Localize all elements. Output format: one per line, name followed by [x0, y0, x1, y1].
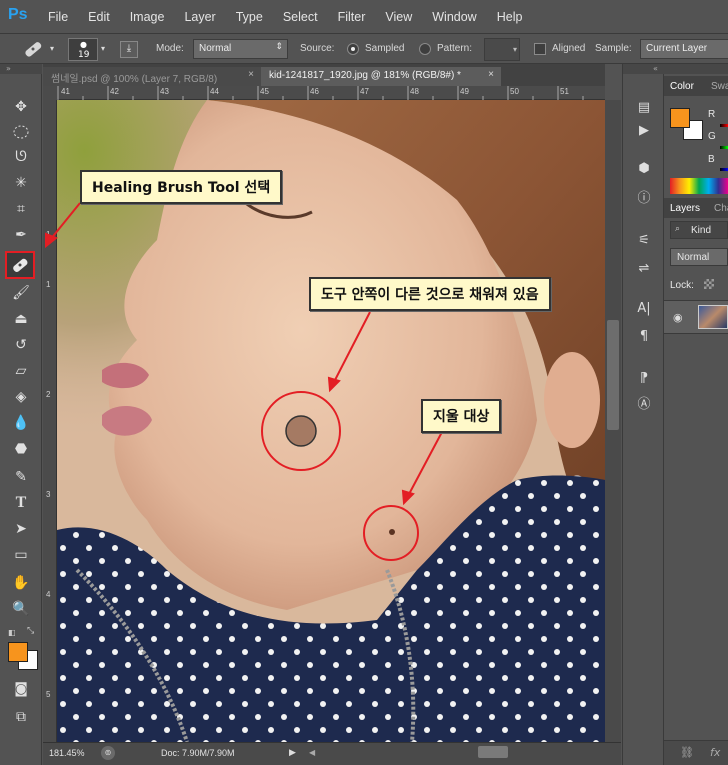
paragraph-styles-icon[interactable]: ⁋	[635, 370, 653, 388]
lock-transparency-icon[interactable]	[704, 279, 714, 289]
cursor-highlight-circle	[261, 391, 341, 471]
lock-label: Lock:	[670, 280, 694, 291]
channel-g-label: G	[708, 131, 716, 142]
channel-b-slider[interactable]	[720, 168, 728, 171]
status-menu-arrow-icon[interactable]: ▶	[289, 748, 296, 758]
tab-color[interactable]: Color	[670, 81, 694, 92]
panel-header	[664, 64, 728, 74]
layer-filter-kind[interactable]: ⌕ Kind	[670, 221, 728, 239]
paragraph-icon[interactable]: ¶	[635, 328, 653, 346]
panel-foreground-swatch[interactable]	[670, 108, 690, 128]
actions-play-icon[interactable]: ▶	[635, 122, 653, 140]
eye-visibility-icon[interactable]: ◉	[673, 311, 683, 324]
callout-inside-filled: 도구 안쪽이 다른 것으로 채워져 있음	[309, 277, 551, 311]
callout-target: 지울 대상	[421, 399, 502, 433]
doc-size: Doc: 7.90M/7.90M	[161, 748, 235, 758]
channel-b-label: B	[708, 154, 715, 165]
zoom-level[interactable]: 181.45%	[49, 748, 85, 758]
callout-healing-brush: Healing Brush Tool 선택	[80, 170, 283, 204]
layer-row-background[interactable]: ◉	[664, 300, 728, 334]
channel-g-slider[interactable]	[720, 146, 728, 149]
inside-callout-arrow	[333, 311, 371, 383]
channel-r-slider[interactable]	[720, 124, 728, 127]
blend-mode-dropdown[interactable]: Normal	[670, 248, 728, 266]
tab-swatches[interactable]: Swa	[711, 81, 728, 92]
strip-collapse-icon[interactable]: «	[623, 64, 665, 74]
clone-source-icon[interactable]: ⇌	[635, 260, 653, 278]
target-callout-arrow	[407, 431, 443, 497]
3d-icon[interactable]: ⬢	[635, 160, 653, 178]
channel-r-label: R	[708, 109, 716, 120]
character-icon[interactable]: A|	[635, 300, 653, 318]
share-icon[interactable]: ⊚	[101, 746, 115, 760]
target-callout-arrow-head	[401, 489, 415, 506]
tab-layers[interactable]: Layers	[670, 203, 700, 214]
color-layers-panel: Color Swa R G B Layers Cha ⌕ Kind Normal…	[664, 64, 728, 765]
status-bar: 181.45% ⊚ Doc: 7.90M/7.90M ▶ ◀	[43, 742, 621, 765]
tool-callout-arrow	[49, 202, 81, 241]
color-spectrum-bar[interactable]	[670, 178, 728, 194]
layers-tabs-row: Layers Cha	[664, 198, 728, 218]
inside-callout-arrow-head	[327, 376, 341, 393]
color-tabs-row: Color Swa	[664, 76, 728, 96]
fx-icon[interactable]: fx	[710, 746, 720, 759]
info-icon[interactable]: ⓘ	[635, 190, 653, 208]
character-styles-icon[interactable]: Ⓐ	[635, 396, 653, 414]
search-icon: ⌕	[675, 224, 681, 234]
layers-footer: ⛓ fx	[664, 740, 728, 765]
vertical-scroll-thumb[interactable]	[607, 320, 619, 430]
history-icon[interactable]: ▤	[635, 99, 653, 117]
horizontal-scroll-thumb[interactable]	[478, 746, 508, 758]
scroll-left-icon[interactable]: ◀	[309, 748, 315, 757]
kind-label: Kind	[691, 225, 712, 236]
brush-presets-icon[interactable]: ⚟	[635, 232, 653, 250]
blend-mode-value: Normal	[677, 252, 710, 263]
target-highlight-circle	[363, 505, 419, 561]
panel-icon-strip: « ▤ ▶ ⬢ ⓘ ⚟ ⇌ A| ¶ ⁋ Ⓐ	[622, 64, 665, 765]
tab-channels[interactable]: Cha	[714, 203, 728, 214]
link-layers-icon[interactable]: ⛓	[680, 746, 694, 759]
layer-thumbnail	[698, 305, 728, 329]
